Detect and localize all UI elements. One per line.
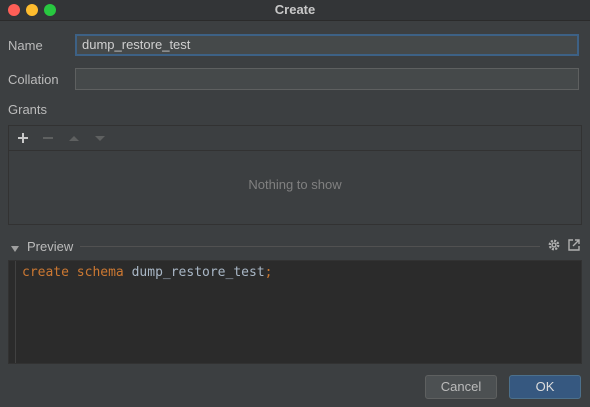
collation-input[interactable] [75,68,579,90]
open-in-editor-icon[interactable] [567,238,581,255]
add-icon[interactable] [14,129,32,147]
sql-preview-editor[interactable]: create schema dump_restore_test; [8,260,582,364]
chevron-down-icon[interactable] [10,241,20,256]
grants-toolbar [9,126,581,151]
window-title: Create [274,2,316,17]
title-bar: Create [0,0,590,21]
preview-section-header[interactable]: Preview [0,236,590,256]
grants-table: Nothing to show [8,125,582,225]
sql-code: create schema dump_restore_test; [22,265,272,280]
ok-button[interactable]: OK [509,375,581,399]
move-down-icon[interactable] [91,129,109,147]
remove-icon[interactable] [39,129,57,147]
cancel-button[interactable]: Cancel [425,375,497,399]
editor-gutter [15,261,16,363]
gear-icon[interactable] [547,238,561,255]
code-keyword-schema: schema [76,265,124,280]
code-keyword-create: create [22,265,69,280]
grants-empty-message: Nothing to show [248,177,342,192]
preview-label: Preview [27,239,74,254]
collation-label: Collation [8,72,59,87]
grants-label: Grants [8,102,48,117]
move-up-icon[interactable] [65,129,83,147]
code-identifier: dump_restore_test [131,265,265,280]
name-input[interactable]: dump_restore_test [75,34,579,56]
code-terminator: ; [264,265,273,280]
name-label: Name [8,38,43,53]
preview-divider [80,246,540,247]
